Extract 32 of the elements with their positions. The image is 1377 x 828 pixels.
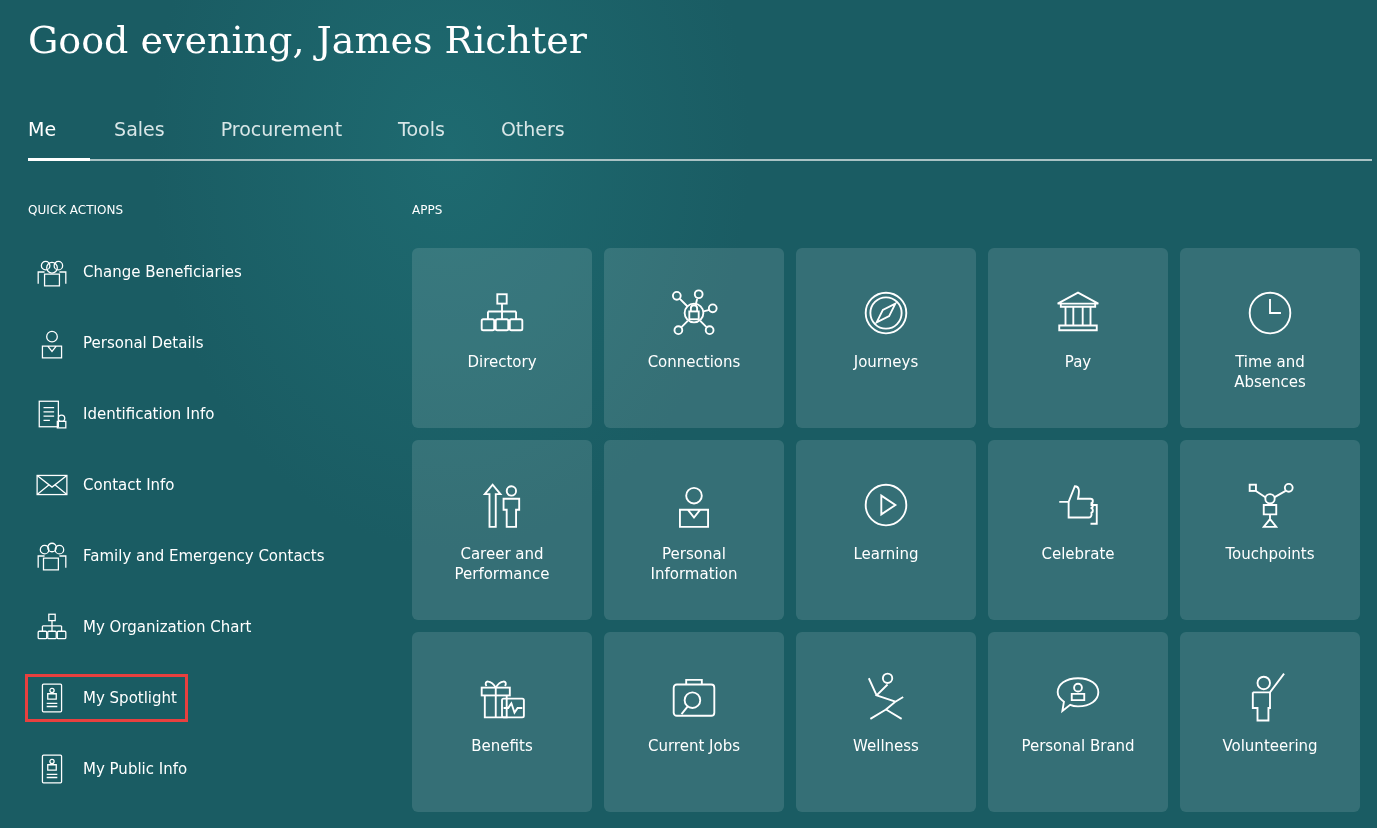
- tab[interactable]: Others: [500, 118, 565, 161]
- app-tile[interactable]: Pay: [988, 248, 1168, 428]
- section-heading: QUICK ACTIONS: [28, 203, 125, 219]
- quick-action-link[interactable]: My Spotlight: [25, 674, 188, 722]
- network-lock-icon: [669, 288, 719, 338]
- quick-action-link[interactable]: Personal Details: [25, 319, 215, 367]
- quick-action-link[interactable]: Identification Info: [25, 390, 226, 438]
- quick-action-link[interactable]: Family and Emergency Contacts: [25, 532, 336, 580]
- quick-action-link[interactable]: Contact Info: [25, 461, 186, 509]
- app-tile[interactable]: Current Jobs: [604, 632, 784, 812]
- tab[interactable]: Me: [28, 118, 91, 161]
- tab[interactable]: Tools: [398, 118, 445, 161]
- tab[interactable]: Sales: [114, 118, 165, 161]
- app-tile[interactable]: Volunteering: [1180, 632, 1360, 812]
- app-tile[interactable]: Learning: [796, 440, 976, 620]
- app-tile[interactable]: Directory: [412, 248, 592, 428]
- quick-action-link[interactable]: My Organization Chart: [25, 603, 263, 651]
- section-heading: APPS: [412, 203, 444, 219]
- quick-action-link[interactable]: My Public Info: [25, 745, 199, 793]
- app-tile[interactable]: Career and Performance: [412, 440, 592, 620]
- app-tile[interactable]: Personal Information: [604, 440, 784, 620]
- app-tile[interactable]: Connections: [604, 248, 784, 428]
- app-tile[interactable]: Journeys: [796, 248, 976, 428]
- app-tile[interactable]: Benefits: [412, 632, 592, 812]
- app-tile[interactable]: Personal Brand: [988, 632, 1168, 812]
- quick-action-link[interactable]: Change Beneficiaries: [25, 248, 253, 296]
- app-tile[interactable]: Wellness: [796, 632, 976, 812]
- greeting-heading: Good evening, James Richter: [28, 17, 588, 64]
- app-tile[interactable]: Touchpoints: [1180, 440, 1360, 620]
- app-tile[interactable]: Celebrate: [988, 440, 1168, 620]
- app-tile[interactable]: Time and Absences: [1180, 248, 1360, 428]
- tab[interactable]: Procurement: [220, 118, 343, 161]
